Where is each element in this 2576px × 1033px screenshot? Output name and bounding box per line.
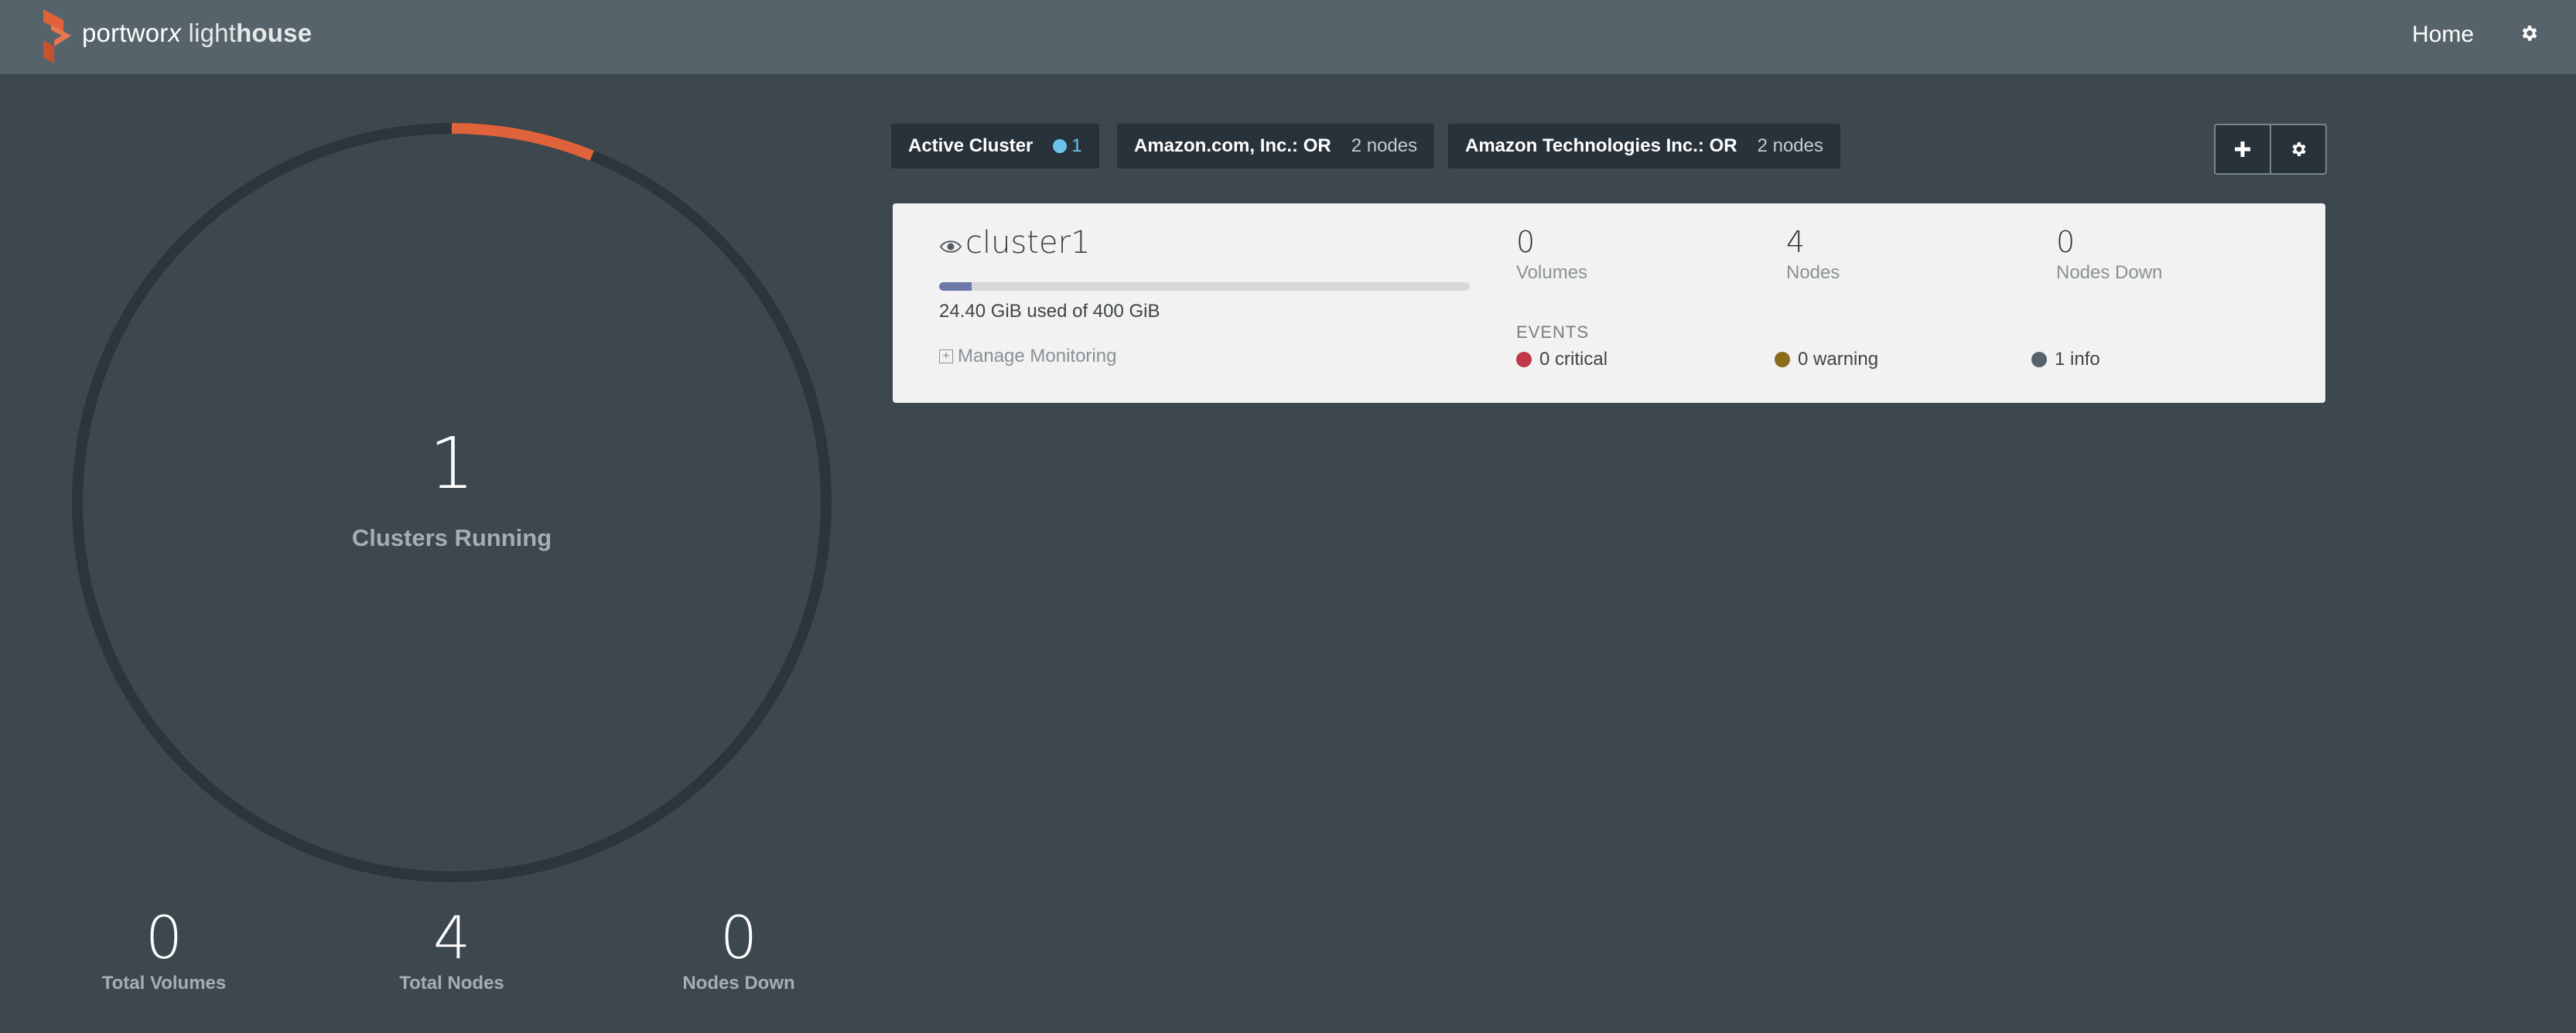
cluster-settings-button[interactable] <box>2270 125 2325 173</box>
filter-meta: 2 nodes <box>1757 135 1823 156</box>
stat-label: Total Volumes <box>101 973 227 994</box>
event-info[interactable]: 1 info <box>2031 349 2100 370</box>
filter-active-cluster[interactable]: Active Cluster 1 <box>891 124 1099 169</box>
clusters-label: Clusters Running <box>351 524 552 551</box>
critical-dot-icon <box>1516 352 1532 367</box>
event-label: 0 critical <box>1539 349 1608 370</box>
eye-icon <box>939 240 962 253</box>
metric-label: Nodes Down <box>2056 262 2163 283</box>
nav-home-link[interactable]: Home <box>2412 22 2474 48</box>
metric-nodes: 4 Nodes <box>1786 225 1840 284</box>
gear-icon <box>2292 142 2306 156</box>
storage-usage-fill <box>939 282 972 291</box>
top-bar: portworx lighthouse Home <box>0 0 2576 74</box>
stat-total-nodes: 4 Total Nodes <box>351 905 552 994</box>
metric-value: 0 <box>1516 225 1536 259</box>
filter-label: Active Cluster <box>908 135 1033 156</box>
portworx-logo-icon <box>43 9 71 63</box>
metric-nodes-down: 0 Nodes Down <box>2056 225 2162 284</box>
stat-total-volumes: 0 Total Volumes <box>63 905 265 994</box>
event-warning[interactable]: 0 warning <box>1775 349 1878 370</box>
filter-count: 1 <box>1071 135 1082 156</box>
stat-nodes-down: 0 Nodes Down <box>638 905 839 994</box>
ring-arc <box>451 123 594 161</box>
brand-name: portworx lighthouse <box>82 19 313 47</box>
warning-dot-icon <box>1775 352 1790 367</box>
metric-label: Volumes <box>1516 262 1588 283</box>
gear-icon[interactable] <box>2519 23 2539 43</box>
stat-label: Total Nodes <box>399 973 504 994</box>
expand-plus-icon: + <box>939 349 953 363</box>
filter-label: Amazon Technologies Inc.: OR <box>1465 135 1737 156</box>
cluster-name: cluster1 <box>965 225 1091 261</box>
cluster-actions <box>2214 124 2327 175</box>
stat-value: 0 <box>719 903 758 972</box>
storage-usage-text: 24.40 GiB used of 400 GiB <box>939 301 1160 322</box>
metric-label: Nodes <box>1786 262 1840 283</box>
event-critical[interactable]: 0 critical <box>1516 349 1607 370</box>
manage-monitoring-label: Manage Monitoring <box>958 346 1117 366</box>
metric-value: 4 <box>1786 225 1806 259</box>
plus-icon <box>2235 141 2250 157</box>
clusters-count: 1 <box>429 422 475 505</box>
cluster-card[interactable]: cluster1 24.40 GiB used of 400 GiB + Man… <box>893 203 2325 403</box>
event-label: 0 warning <box>1798 349 1879 370</box>
stat-value: 0 <box>145 903 183 972</box>
info-dot-icon <box>2031 352 2047 367</box>
event-label: 1 info <box>2055 349 2100 370</box>
active-status-dot <box>1053 139 1068 153</box>
brand-lighthouse: lighthouse <box>188 19 313 47</box>
filter-label: Amazon.com, Inc.: OR <box>1134 135 1331 156</box>
filter-meta: 2 nodes <box>1351 135 1418 156</box>
manage-monitoring-link[interactable]: + Manage Monitoring <box>939 346 1116 367</box>
filter-amazon-technologies[interactable]: Amazon Technologies Inc.: OR 2 nodes <box>1448 124 1840 169</box>
add-cluster-button[interactable] <box>2216 125 2270 173</box>
metric-volumes: 0 Volumes <box>1516 225 1587 284</box>
metric-value: 0 <box>2056 225 2075 259</box>
events-heading: EVENTS <box>1516 322 1590 342</box>
cluster-title[interactable]: cluster1 <box>939 225 1090 261</box>
storage-usage-bar <box>939 282 1470 291</box>
stat-value: 4 <box>432 903 471 972</box>
stat-label: Nodes Down <box>682 973 795 994</box>
filter-amazon-com[interactable]: Amazon.com, Inc.: OR 2 nodes <box>1117 124 1435 169</box>
